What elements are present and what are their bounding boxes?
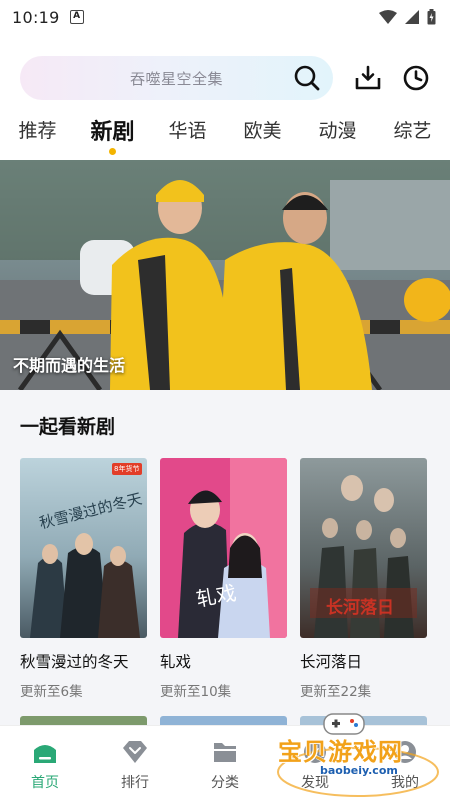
nav-ranking[interactable]: 排行: [90, 726, 180, 800]
poster-image: 秋雪漫过的冬天 8年货节: [20, 458, 147, 638]
tab-recommend[interactable]: 推荐: [0, 112, 75, 143]
tab-label: 新剧: [90, 120, 135, 145]
new-drama-section: 一起看新剧 秋雪漫过的冬天 8年货节 秋雪漫过的冬天 更新至6集 轧戏 轧戏 更…: [0, 390, 450, 726]
drama-card-row: 秋雪漫过的冬天 8年货节 秋雪漫过的冬天 更新至6集 轧戏 轧戏 更新至10集 …: [20, 458, 430, 700]
nav-label: 排行: [121, 775, 149, 791]
poster-badge: 8年货节: [114, 465, 140, 473]
watermark-text: 宝贝游戏网: [278, 738, 403, 766]
notification-badge-icon: A: [69, 10, 84, 24]
site-watermark: 宝贝游戏网 baobeiy.com: [272, 712, 444, 798]
status-icons: [379, 9, 436, 25]
active-tab-indicator: [109, 148, 116, 155]
search-icon[interactable]: [293, 64, 321, 92]
tab-new-drama[interactable]: 新剧: [75, 112, 150, 155]
banner-caption: 不期而遇的生活: [13, 356, 126, 375]
poster-title: 长河落日: [326, 598, 394, 618]
tab-chinese[interactable]: 华语: [150, 112, 225, 143]
drama-card[interactable]: 轧戏 轧戏 更新至10集: [160, 458, 287, 700]
folder-icon: [214, 743, 236, 762]
nav-category[interactable]: 分类: [180, 726, 270, 800]
drama-card[interactable]: 长河落日 长河落日 更新至22集: [300, 458, 427, 700]
episode-status: 更新至10集: [160, 684, 232, 700]
nav-label: 首页: [31, 775, 59, 791]
episode-status: 更新至22集: [300, 684, 372, 700]
diamond-icon: [123, 741, 147, 763]
drama-card[interactable]: 秋雪漫过的冬天 8年货节 秋雪漫过的冬天 更新至6集: [20, 458, 147, 700]
download-button[interactable]: [353, 63, 383, 93]
drama-title: 秋雪漫过的冬天: [20, 653, 129, 671]
status-bar: 10:19 A: [0, 0, 450, 34]
category-tabs: 推荐 新剧 华语 欧美 动漫 综艺: [0, 112, 450, 158]
drama-title: 轧戏: [160, 653, 192, 671]
clock-icon: [403, 65, 429, 91]
home-icon: [34, 745, 56, 763]
tab-anime[interactable]: 动漫: [300, 112, 375, 143]
tab-variety[interactable]: 综艺: [375, 112, 450, 143]
status-time: 10:19: [12, 7, 60, 27]
hero-banner[interactable]: 不期而遇的生活: [0, 160, 450, 390]
poster-image: 长河落日: [300, 458, 427, 638]
history-button[interactable]: [401, 63, 431, 93]
section-title: 一起看新剧: [20, 416, 116, 438]
tab-western[interactable]: 欧美: [225, 112, 300, 143]
search-row: 吞噬星空全集: [20, 56, 435, 100]
battery-icon: [427, 9, 436, 25]
watermark-url: baobeiy.com: [320, 764, 398, 777]
search-input[interactable]: 吞噬星空全集: [20, 56, 333, 100]
nav-label: 分类: [211, 775, 239, 791]
download-icon: [355, 65, 381, 90]
poster-image: 轧戏: [160, 458, 287, 638]
drama-title: 长河落日: [300, 653, 363, 671]
wifi-icon: [379, 10, 397, 24]
nav-home[interactable]: 首页: [0, 726, 90, 800]
signal-icon: [405, 10, 419, 24]
search-placeholder: 吞噬星空全集: [129, 69, 223, 88]
episode-status: 更新至6集: [20, 684, 83, 700]
